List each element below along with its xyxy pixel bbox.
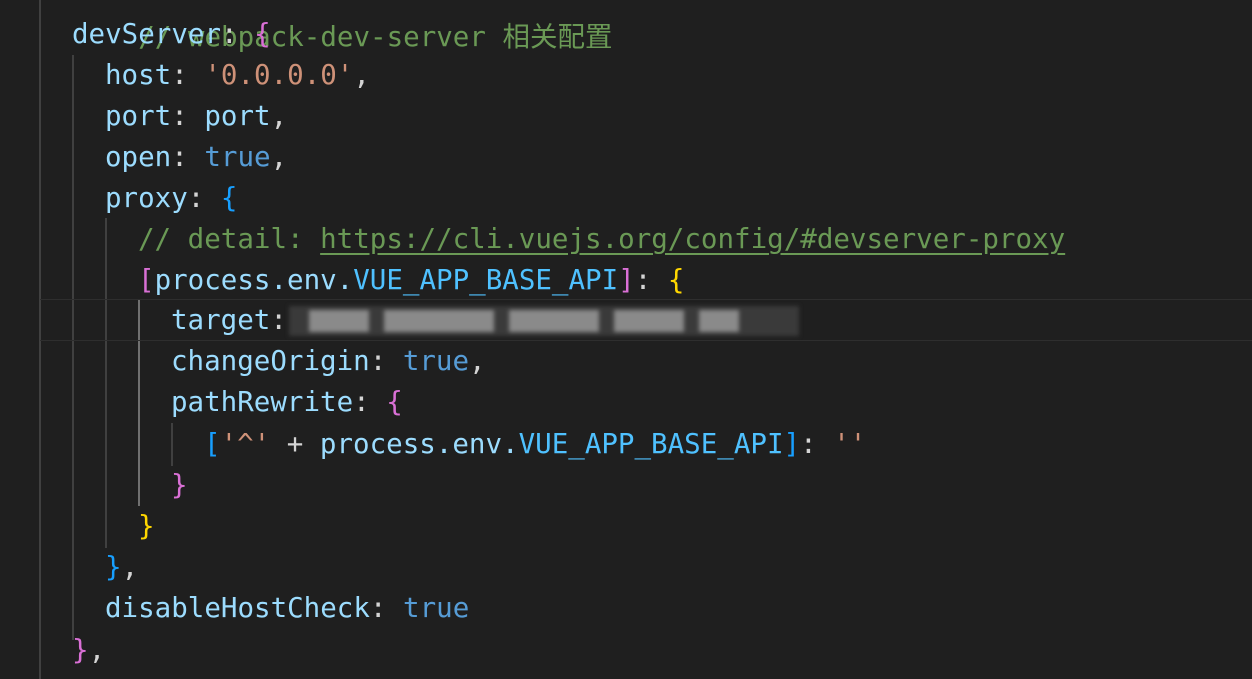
comma: , [353,59,370,91]
comment: // detail: [138,223,321,255]
property-open: open [105,141,172,173]
keyword-true: true [204,141,271,173]
colon: : [171,100,205,132]
redacted-value [288,306,799,336]
bracket: ] [618,264,635,296]
bracket: } [138,510,155,542]
bracket: { [254,18,271,50]
code-line-13[interactable]: } [138,506,155,547]
colon: : [634,264,668,296]
string-value: '0.0.0.0' [204,59,354,91]
colon: : [187,182,221,214]
identifier-port: port [204,100,271,132]
code-editor[interactable]: // webpack-dev-server 相关配置 devServer: { … [0,0,1252,679]
bracket: { [220,182,238,214]
operator-plus: + [270,428,320,460]
colon: : [270,304,287,336]
comma: , [88,634,106,666]
code-line-4[interactable]: open: true, [105,137,287,178]
comma: , [469,345,486,377]
colon: : [221,18,255,50]
code-line-12[interactable]: } [171,465,188,506]
comment-link[interactable]: https://cli.vuejs.org/config/#devserver-… [320,223,1065,255]
code-line-2[interactable]: host: '0.0.0.0', [105,55,370,96]
bracket: } [72,634,89,666]
code-line-9[interactable]: changeOrigin: true, [171,341,486,382]
constant-vue-app-base-api: VUE_APP_BASE_API [518,428,784,460]
bracket: [ [204,428,221,460]
property-disablehostcheck: disableHostCheck [105,592,370,624]
property-proxy: proxy [105,182,188,214]
property-host: host [105,59,172,91]
property-pathrewrite: pathRewrite [171,386,354,418]
code-line-6[interactable]: // detail: https://cli.vuejs.org/config/… [138,219,1065,260]
string-value: '' [833,428,867,460]
property-target: target [171,304,271,336]
code-line-5[interactable]: proxy: { [105,178,237,219]
code-line-10[interactable]: pathRewrite: { [171,382,403,423]
bracket: { [667,264,685,296]
property-changeorigin: changeOrigin [171,345,370,377]
code-line-1[interactable]: devServer: { [72,14,271,55]
colon: : [800,428,834,460]
colon: : [369,345,403,377]
property-port: port [105,100,172,132]
bracket: } [105,551,122,583]
code-line-15[interactable]: disableHostCheck: true [105,588,469,629]
comma: , [270,141,288,173]
bracket: { [386,386,403,418]
comma: , [121,551,139,583]
code-line-16[interactable]: }, [72,630,105,671]
identifier-process-env: process.env. [319,428,519,460]
comma: , [270,100,288,132]
code-line-11[interactable]: ['^' + process.env.VUE_APP_BASE_API]: '' [204,424,866,465]
indent-guide [72,55,74,640]
constant-vue-app-base-api: VUE_APP_BASE_API [353,264,619,296]
bracket: [ [138,264,155,296]
code-line-8[interactable]: target: [171,300,799,341]
colon: : [171,141,205,173]
code-line-14[interactable]: }, [105,547,138,588]
string-value: '^' [220,428,271,460]
keyword-true: true [403,592,470,624]
keyword-true: true [402,345,470,377]
code-line-3[interactable]: port: port, [105,96,287,137]
colon: : [171,59,205,91]
code-line-7[interactable]: [process.env.VUE_APP_BASE_API]: { [138,260,684,301]
colon: : [353,386,387,418]
identifier-process-env: process.env. [154,264,354,296]
bracket: } [171,469,188,501]
indent-guide [105,218,107,548]
indent-guide [171,423,173,466]
property-devserver: devServer [72,18,222,50]
bracket: ] [783,428,801,460]
colon: : [369,592,404,624]
